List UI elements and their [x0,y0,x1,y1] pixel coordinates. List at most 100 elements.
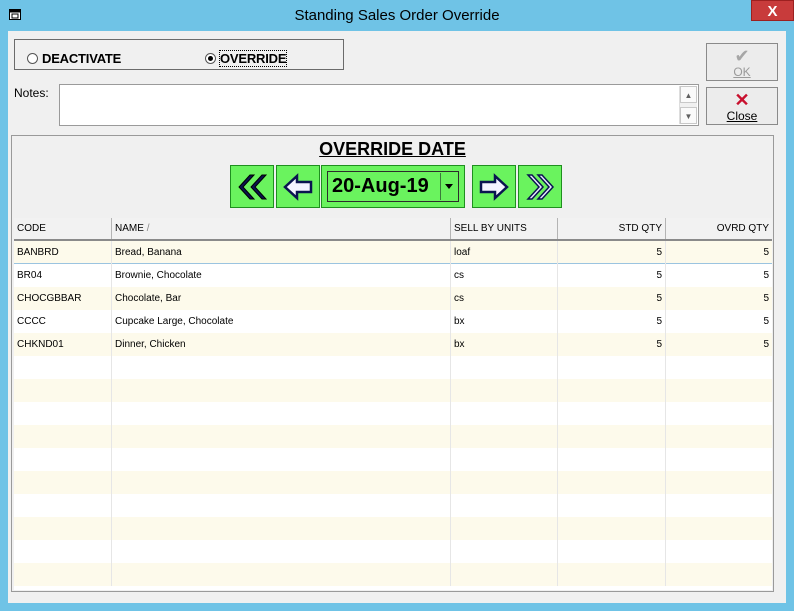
empty-row[interactable] [14,494,772,517]
cell-ovrd-qty: 5 [763,247,769,258]
radio-circle-selected[interactable] [205,53,216,64]
cell-name [112,448,451,471]
cell-std-qty: 5 [558,310,666,333]
cell-ovrd-qty [666,379,772,402]
cell-ovrd-qty [666,517,772,540]
cell-name: Dinner, Chicken [112,333,451,356]
empty-row[interactable] [14,356,772,379]
notes-field[interactable]: ▲ ▼ [59,84,699,126]
ok-button[interactable]: ✔ OK [706,43,778,81]
table-row[interactable]: CHKND01 Dinner, Chicken bx 5 5 [14,333,772,356]
cell-name: Bread, Banana [112,241,451,264]
cell-std-qty: 5 [558,287,666,310]
cell-code: CCCC [14,310,112,333]
empty-row[interactable] [14,379,772,402]
override-grid[interactable]: CODE NAME / SELL BY UNITS STD QTY OVRD Q… [14,218,772,590]
cell-name [112,379,451,402]
cell-ovrd-qty [666,448,772,471]
cell-code [14,448,112,471]
notes-scrollbar[interactable]: ▲ ▼ [679,86,697,124]
cell-sell-by-units [451,494,558,517]
column-header-std-qty[interactable]: STD QTY [558,218,666,239]
cell-code [14,356,112,379]
radio-deactivate[interactable]: DEACTIVATE [27,51,121,66]
cell-std-qty [558,517,666,540]
date-selector[interactable]: 20-Aug-19 [321,165,465,208]
cell-code: CHKND01 [14,333,112,356]
cell-name: Brownie, Chocolate [112,264,451,287]
column-header-ovrd-qty[interactable]: OVRD QTY [666,218,772,239]
scroll-up-icon[interactable]: ▲ [680,86,697,103]
empty-row[interactable] [14,540,772,563]
close-button[interactable]: ✕ Close [706,87,778,125]
last-icon [526,174,555,200]
cell-name [112,402,451,425]
close-button-label: Close [726,109,758,123]
ok-button-label: OK [733,65,751,79]
cell-ovrd-qty [666,402,772,425]
first-icon [238,174,267,200]
cell-sell-by-units [451,540,558,563]
column-header-name[interactable]: NAME / [112,218,451,239]
date-dropdown-toggle[interactable] [440,173,457,200]
cell-ovrd-qty [666,425,772,448]
cell-std-qty [558,402,666,425]
cell-code [14,517,112,540]
column-header-unit[interactable]: SELL BY UNITS [451,218,558,239]
last-date-button[interactable] [518,165,562,208]
previous-date-button[interactable] [276,165,320,208]
cell-name [112,494,451,517]
empty-row[interactable] [14,425,772,448]
close-icon: ✕ [734,90,750,110]
cell-ovrd-qty: 5 [763,270,769,281]
empty-row[interactable] [14,563,772,586]
cell-ovrd-qty: 5 [763,339,769,350]
table-row[interactable]: BR04 Brownie, Chocolate cs 5 5 [14,264,772,287]
cell-std-qty [558,425,666,448]
radio-deactivate-label[interactable]: DEACTIVATE [42,51,121,66]
cell-ovrd-qty [666,563,772,586]
previous-icon [283,173,313,201]
next-icon [479,173,509,201]
cell-ovrd-qty [666,471,772,494]
radio-override[interactable]: OVERRIDE [205,50,288,67]
title-bar: Standing Sales Order Override X [0,0,794,31]
table-row[interactable]: CHOCGBBAR Chocolate, Bar cs 5 5 [14,287,772,310]
cell-sell-by-units [451,517,558,540]
empty-row[interactable] [14,448,772,471]
window-close-button[interactable]: X [751,0,794,21]
cell-std-qty [558,494,666,517]
cell-std-qty: 5 [558,241,666,264]
table-row[interactable]: BANBRD Bread, Banana loaf 5 5 [14,241,772,264]
cell-code: BR04 [14,264,112,287]
column-header-code[interactable]: CODE [14,218,112,239]
cell-sell-by-units [451,471,558,494]
date-dropdown[interactable]: 20-Aug-19 [327,171,459,202]
first-date-button[interactable] [230,165,274,208]
cell-ovrd-qty [666,494,772,517]
radio-override-label[interactable]: OVERRIDE [218,50,288,67]
empty-row[interactable] [14,517,772,540]
cell-name [112,425,451,448]
cell-ovrd-qty [666,540,772,563]
window-title: Standing Sales Order Override [294,7,500,24]
cell-sell-by-units: bx [451,310,558,333]
override-date-value[interactable]: 20-Aug-19 [332,175,429,198]
empty-row[interactable] [14,402,772,425]
table-row[interactable]: CCCC Cupcake Large, Chocolate bx 5 5 [14,310,772,333]
empty-row[interactable] [14,471,772,494]
scroll-down-icon[interactable]: ▼ [680,107,697,124]
cell-code [14,402,112,425]
grid-header: CODE NAME / SELL BY UNITS STD QTY OVRD Q… [14,218,772,241]
checkmark-icon: ✔ [734,46,750,66]
cell-ovrd-qty: 5 [763,316,769,327]
next-date-button[interactable] [472,165,516,208]
sort-indicator-icon: / [146,223,150,234]
cell-code [14,494,112,517]
radio-circle[interactable] [27,53,38,64]
cell-sell-by-units [451,356,558,379]
cell-name [112,563,451,586]
cell-std-qty [558,379,666,402]
cell-name [112,540,451,563]
cell-std-qty [558,448,666,471]
